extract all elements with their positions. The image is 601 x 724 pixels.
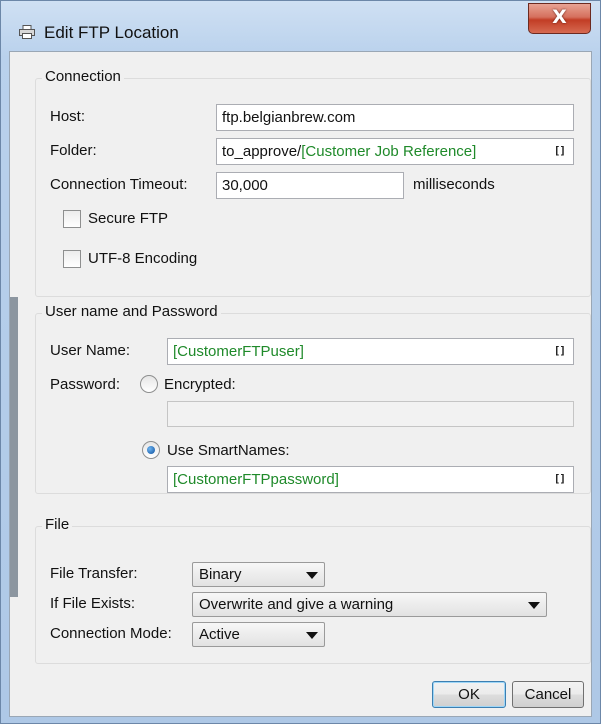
folder-input[interactable]: to_approve/[Customer Job Reference] []: [216, 138, 574, 165]
connection-mode-value: Active: [199, 626, 240, 643]
smartnames-label[interactable]: Use SmartNames:: [167, 442, 290, 459]
credentials-group: User name and Password User Name: [Custo…: [35, 303, 591, 494]
smartnames-password-input[interactable]: [CustomerFTPpassword] []: [167, 466, 574, 493]
timeout-input[interactable]: 30,000: [216, 172, 404, 199]
utf8-checkbox[interactable]: [63, 250, 81, 268]
close-icon: X: [552, 6, 567, 28]
password-label: Password:: [50, 376, 121, 393]
timeout-value: 30,000: [222, 177, 268, 194]
file-transfer-label: File Transfer:: [50, 565, 138, 582]
close-button[interactable]: X: [528, 3, 591, 34]
smartnames-password-value: [CustomerFTPpassword]: [173, 471, 339, 488]
host-value: ftp.belgianbrew.com: [222, 109, 356, 126]
folder-static-text: to_approve/: [222, 143, 302, 160]
encrypted-label[interactable]: Encrypted:: [164, 376, 236, 393]
smartname-brackets-icon[interactable]: []: [554, 144, 566, 157]
file-transfer-value: Binary: [199, 566, 242, 583]
connection-mode-label: Connection Mode:: [50, 625, 172, 642]
file-transfer-select[interactable]: Binary: [192, 562, 325, 587]
encrypted-password-input[interactable]: [167, 401, 574, 427]
secure-ftp-checkbox[interactable]: [63, 210, 81, 228]
chevron-down-icon: [306, 632, 318, 639]
username-value: [CustomerFTPuser]: [173, 343, 304, 360]
title-bar[interactable]: Edit FTP Location X: [1, 1, 600, 51]
connection-mode-select[interactable]: Active: [192, 622, 325, 647]
smartname-brackets-icon[interactable]: []: [554, 344, 566, 357]
username-label: User Name:: [50, 342, 131, 359]
folder-smartname: [Customer Job Reference]: [301, 143, 477, 160]
connection-group-title: Connection: [42, 68, 124, 85]
if-file-exists-label: If File Exists:: [50, 595, 136, 612]
timeout-label: Connection Timeout:: [50, 176, 188, 193]
encrypted-radio[interactable]: [140, 375, 158, 393]
chevron-down-icon: [306, 572, 318, 579]
dialog-body: Connection Host: ftp.belgianbrew.com Fol…: [9, 51, 592, 717]
edge-stripe: [10, 297, 18, 597]
ok-button[interactable]: OK: [432, 681, 506, 708]
secure-ftp-label[interactable]: Secure FTP: [88, 210, 168, 227]
host-label: Host:: [50, 108, 86, 125]
host-input[interactable]: ftp.belgianbrew.com: [216, 104, 574, 131]
dialog-window: Edit FTP Location X Connection Host: ftp…: [0, 0, 601, 724]
chevron-down-icon: [528, 602, 540, 609]
smartnames-radio[interactable]: [142, 441, 160, 459]
if-file-exists-value: Overwrite and give a warning: [199, 596, 394, 613]
utf8-label[interactable]: UTF-8 Encoding: [88, 250, 197, 267]
timeout-unit-label: milliseconds: [413, 176, 495, 193]
connection-group: Connection Host: ftp.belgianbrew.com Fol…: [35, 68, 591, 297]
credentials-group-title: User name and Password: [42, 303, 221, 320]
file-group-title: File: [42, 516, 73, 533]
if-file-exists-select[interactable]: Overwrite and give a warning: [192, 592, 547, 617]
smartname-brackets-icon[interactable]: []: [554, 472, 566, 485]
cancel-button[interactable]: Cancel: [512, 681, 584, 708]
printer-icon: [19, 25, 35, 39]
window-title: Edit FTP Location: [44, 23, 179, 42]
username-input[interactable]: [CustomerFTPuser] []: [167, 338, 574, 365]
folder-label: Folder:: [50, 142, 97, 159]
file-group: File File Transfer: Binary If File Exist…: [35, 516, 591, 664]
